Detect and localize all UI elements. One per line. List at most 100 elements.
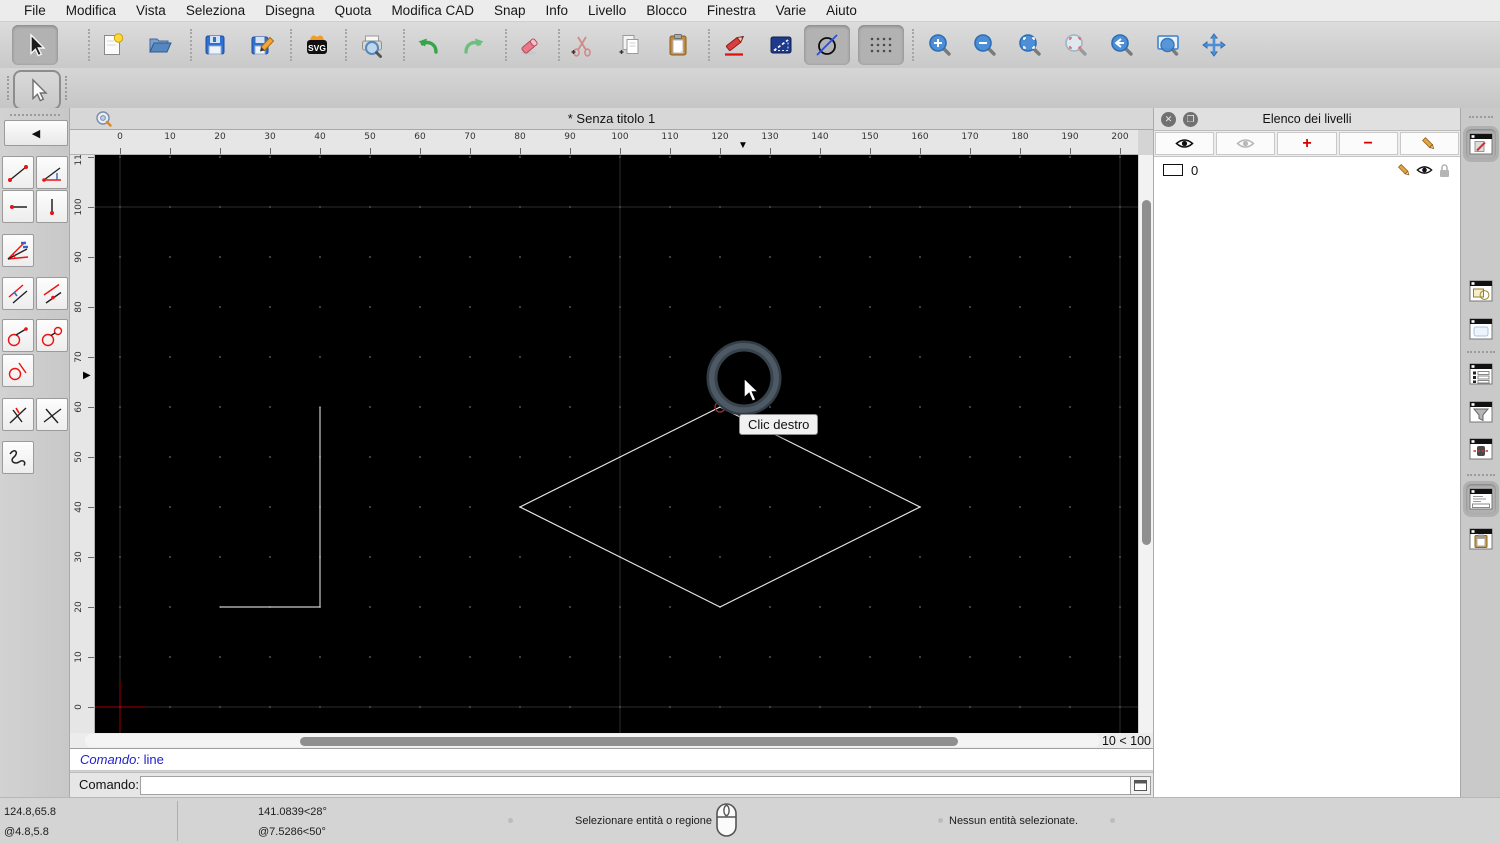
menu-finestra[interactable]: Finestra [697,0,766,22]
zoom-pan-button[interactable] [1191,25,1237,65]
draft-mode-button[interactable] [804,25,850,65]
save-button[interactable] [192,25,238,65]
vertical-scrollbar[interactable] [1138,155,1153,733]
tool-parallel-through-point[interactable] [2,277,34,310]
grid-dot [1018,455,1022,459]
grid-dot [918,705,922,709]
layer-row[interactable]: 0 [1154,159,1460,181]
menu-modifica[interactable]: Modifica [56,0,126,22]
dock-toggle-library-browser[interactable] [1466,314,1496,344]
selection-pointer-button[interactable] [13,70,61,110]
menu-file[interactable]: File [14,0,56,22]
dock-handle[interactable] [1469,116,1493,118]
tool-angle-bisector[interactable] [2,234,34,267]
tool-tangent-orthogonal[interactable] [2,354,34,387]
export-svg-button[interactable]: SVG [294,25,340,65]
v-ruler-label: 30 [74,551,84,563]
show-all-layers-button[interactable] [1155,132,1215,155]
horizontal-scrollbar-thumb[interactable] [300,737,958,746]
horizontal-scrollbar[interactable]: 10 < 100 [70,733,1153,748]
tool-parallel[interactable] [36,277,68,310]
menu-snap[interactable]: Snap [484,0,536,22]
select-tool-button[interactable] [12,25,58,65]
drawing-canvas[interactable]: Clic destro [95,155,1138,733]
cut-button[interactable] [559,25,605,65]
zoom-out-button[interactable] [962,25,1008,65]
remove-layer-button[interactable]: − [1338,132,1398,155]
menu-disegna[interactable]: Disegna [255,0,325,22]
zoom-in-button[interactable] [917,25,963,65]
tool-line-orthogonal[interactable] [2,398,34,431]
redo-button[interactable] [451,25,497,65]
toolbar-handle[interactable] [7,76,9,100]
palette-handle[interactable] [10,114,60,116]
toolbar-handle[interactable] [65,76,67,100]
copy-button[interactable] [607,25,653,65]
zoom-previous-button[interactable] [1099,25,1145,65]
tool-line-vertical[interactable] [36,190,68,223]
zoom-window-button[interactable] [1145,25,1191,65]
command-detach-button[interactable] [1130,776,1151,795]
layer-color-swatch[interactable] [1163,164,1183,176]
grid-dot [668,555,672,559]
menu-livello[interactable]: Livello [578,0,636,22]
menu-modifica-cad[interactable]: Modifica CAD [381,0,484,22]
open-file-button[interactable] [137,25,183,65]
menu-seleziona[interactable]: Seleziona [176,0,255,22]
new-file-button[interactable] [90,25,136,65]
zoom-selected-button[interactable] [1053,25,1099,65]
hide-all-layers-button[interactable] [1216,132,1276,155]
dock-toggle-command-line[interactable] [1463,481,1499,517]
dock-toggle-pen-palette[interactable] [1466,434,1496,464]
menu-quota[interactable]: Quota [325,0,382,22]
dock-toggle-block-list[interactable] [1466,276,1496,306]
menu-info[interactable]: Info [536,0,579,22]
menu-vista[interactable]: Vista [126,0,176,22]
line-tools-palette: ◀ [0,108,70,797]
tool-line-relative-angle[interactable] [36,398,68,431]
edit-layer-button[interactable] [1399,132,1460,155]
grid-dot [618,355,622,359]
tool-tangent-point-circle[interactable] [2,319,34,352]
open-folder-icon [149,38,172,53]
line-attributes-button[interactable] [758,25,804,65]
layer-lock-button[interactable] [1434,163,1454,178]
selection-status: Nessun entità selezionate. [949,815,1079,827]
dock-toggle-clipboard[interactable] [1466,524,1496,554]
h-ruler-label: 70 [464,132,476,142]
layer-edit-button[interactable] [1394,163,1414,178]
tool-line-angle[interactable] [36,156,68,189]
command-input[interactable] [140,776,1134,795]
menu-varie[interactable]: Varie [766,0,817,22]
document-tab[interactable]: * Senza titolo 1 [70,108,1153,130]
pen-attributes-button[interactable] [712,25,758,65]
grid-dot [118,505,122,509]
tool-tangent-two-circles[interactable] [36,319,68,352]
save-as-button[interactable] [239,25,285,65]
zoom-auto-button[interactable] [1007,25,1053,65]
paste-button[interactable] [655,25,701,65]
grid-toggle-button[interactable] [858,25,904,65]
dock-toggle-selection-filter[interactable] [1466,397,1496,427]
menu-blocco[interactable]: Blocco [636,0,697,22]
entity-list-window-icon [1469,363,1493,385]
erase-button[interactable] [507,25,553,65]
angle-bisector-icon [7,241,29,260]
layer-visibility-button[interactable] [1414,164,1434,176]
h-ruler-label: 200 [1111,132,1129,142]
h-ruler-tick [620,148,621,154]
tool-line-two-points[interactable] [2,156,34,189]
dock-toggle-entity-list[interactable] [1466,359,1496,389]
menu-aiuto[interactable]: Aiuto [816,0,867,22]
grid-dot [618,505,622,509]
tool-line-horizontal[interactable] [2,190,34,223]
palette-back-button[interactable]: ◀ [4,120,68,146]
vertical-scrollbar-thumb[interactable] [1142,200,1151,545]
undo-button[interactable] [405,25,451,65]
tool-freehand[interactable] [2,441,34,474]
grid-dot [268,405,272,409]
print-preview-button[interactable] [349,25,395,65]
dock-toggle-layer-list[interactable] [1463,126,1499,162]
horizontal-scrollbar-track[interactable] [85,734,1100,747]
add-layer-button[interactable]: + [1277,132,1337,155]
